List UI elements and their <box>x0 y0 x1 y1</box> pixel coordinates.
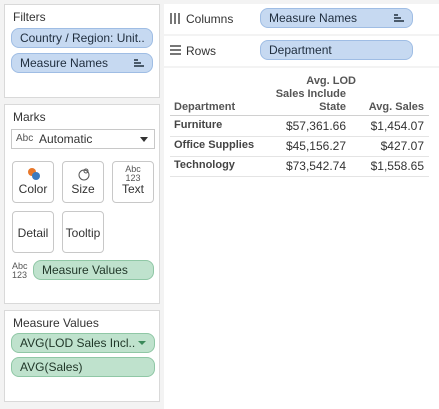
columns-pill-label: Measure Names <box>269 11 358 25</box>
column-header-lod-line1: Avg. LOD <box>306 75 356 87</box>
measure-values-card: Measure Values AVG(LOD Sales Incl.. AVG(… <box>4 310 160 402</box>
text-encoding-icon-bottom: 123 <box>12 270 28 280</box>
columns-icon <box>170 13 180 24</box>
table-row[interactable]: Furniture $57,361.66 $1,454.07 <box>170 116 429 137</box>
size-label: Size <box>71 182 95 196</box>
columns-label: Columns <box>186 12 234 26</box>
row-label: Office Supplies <box>174 139 255 151</box>
measure-values-title: Measure Values <box>13 316 99 330</box>
size-button[interactable]: Size <box>62 161 104 203</box>
tooltip-label: Tooltip <box>65 226 101 240</box>
text-button[interactable]: Abc 123 Text <box>112 161 154 203</box>
mark-type-dropdown[interactable]: Abc Automatic <box>11 129 155 149</box>
mark-type-value: Automatic <box>39 132 93 146</box>
table-row[interactable]: Office Supplies $45,156.27 $427.07 <box>170 136 429 157</box>
detail-label: Detail <box>17 226 49 240</box>
size-icon <box>78 168 90 181</box>
columns-pill-measure-names[interactable]: Measure Names <box>260 8 413 28</box>
rows-label: Rows <box>186 44 217 58</box>
measure-values-pill-label: Measure Values <box>42 263 128 277</box>
column-header-lod-line2: Sales Include <box>275 88 346 100</box>
color-button[interactable]: Color <box>12 161 54 203</box>
sales-value: $1,558.65 <box>370 159 424 173</box>
row-label: Furniture <box>174 119 223 131</box>
rows-shelf: Rows Department <box>164 36 439 66</box>
columns-shelf: Columns Measure Names <box>164 4 439 34</box>
chevron-down-icon <box>140 137 148 142</box>
abc-icon: Abc <box>16 133 34 144</box>
filters-card: Filters Country / Region: Unit.. Measure… <box>4 4 160 98</box>
filter-pill-country-region[interactable]: Country / Region: Unit.. <box>11 28 153 48</box>
measure-value-pill-sales[interactable]: AVG(Sales) <box>11 357 155 377</box>
table-row[interactable]: Technology $73,542.74 $1,558.65 <box>170 156 429 177</box>
filter-pill-label: Measure Names <box>20 56 109 70</box>
column-header-lod-line3: State <box>319 101 346 113</box>
rows-pill-label: Department <box>269 43 332 57</box>
rows-pill-department[interactable]: Department <box>260 40 413 60</box>
filter-funnel-icon <box>134 59 144 68</box>
filter-pill-measure-names[interactable]: Measure Names <box>11 53 153 73</box>
lod-value: $73,542.74 <box>285 159 346 173</box>
rows-icon <box>170 45 181 55</box>
row-header-department: Department <box>174 101 236 113</box>
row-label: Technology <box>174 159 235 171</box>
measure-value-pill-label: AVG(LOD Sales Incl.. <box>20 336 136 350</box>
sales-value: $427.07 <box>380 139 424 153</box>
filters-title: Filters <box>13 10 46 24</box>
sales-value: $1,454.07 <box>370 119 424 133</box>
lod-value: $45,156.27 <box>285 139 346 153</box>
lod-value: $57,361.66 <box>285 119 346 133</box>
column-header-sales: Avg. Sales <box>368 101 424 113</box>
measure-value-pill-lod[interactable]: AVG(LOD Sales Incl.. <box>11 333 155 353</box>
color-icon <box>28 168 40 180</box>
text-label: Text <box>121 182 144 196</box>
sort-icon <box>394 14 404 23</box>
caret-down-icon <box>138 341 146 345</box>
marks-card: Marks Abc Automatic Color Size Abc 123 T… <box>4 104 160 304</box>
measure-values-text-pill[interactable]: Measure Values <box>33 260 154 280</box>
color-label: Color <box>18 182 48 196</box>
detail-button[interactable]: Detail <box>12 211 54 253</box>
filter-pill-label: Country / Region: Unit.. <box>20 31 145 45</box>
measure-value-pill-label: AVG(Sales) <box>20 360 83 374</box>
marks-title: Marks <box>13 110 46 124</box>
tooltip-button[interactable]: Tooltip <box>62 211 104 253</box>
view-area: Avg. LOD Sales Include State Department … <box>164 68 439 409</box>
